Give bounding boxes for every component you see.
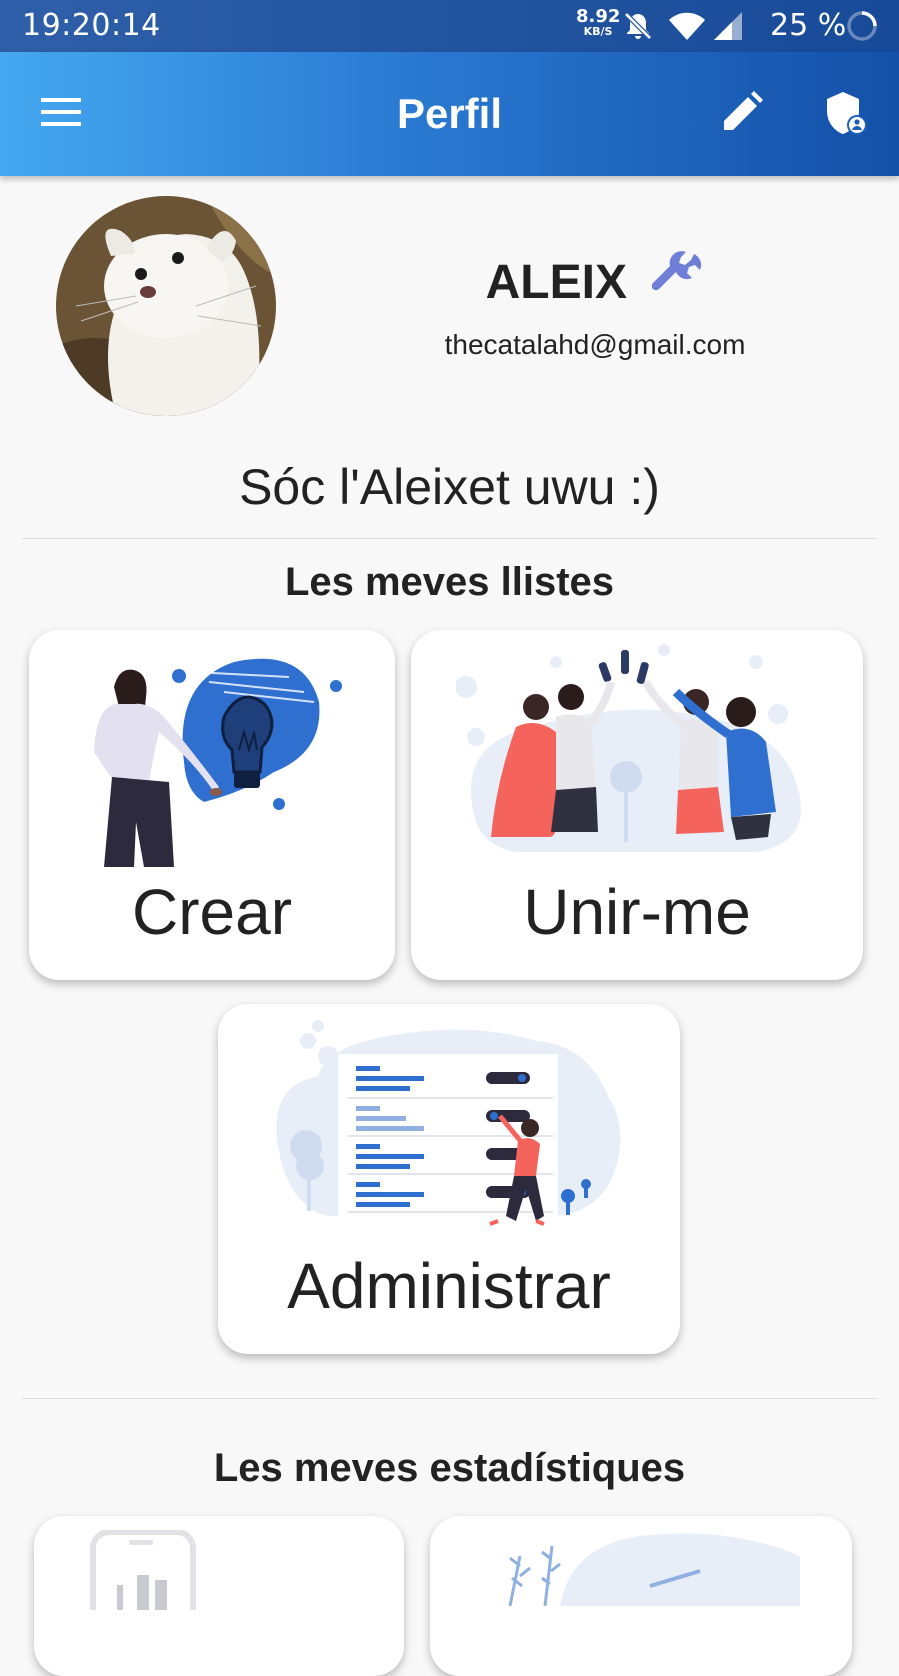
manage-illustration [276, 1020, 621, 1226]
manage-card-label: Administrar [287, 1250, 611, 1322]
battery-percent: 25 % [770, 8, 847, 43]
wrench-icon [652, 251, 702, 291]
network-speed-unit: KB/S [583, 25, 613, 38]
stats-card-left[interactable] [34, 1516, 404, 1676]
profile-bio: Sóc l'Aleixet uwu :) [239, 459, 660, 515]
chart-stats-illustration [508, 1533, 800, 1606]
pencil-icon[interactable] [720, 90, 764, 134]
mute-bell-icon [624, 12, 652, 40]
lists-section-title: Les meves llistes [284, 560, 615, 604]
create-illustration [94, 658, 342, 867]
stats-section-title: Les meves estadístiques [213, 1446, 686, 1490]
status-time: 19:20:14 [22, 8, 161, 43]
profile-email: thecatalahd@gmail.com [444, 329, 746, 360]
profile-name-row: ALEIX [420, 250, 770, 310]
divider [22, 1398, 877, 1399]
join-list-card[interactable]: Unir-me [411, 630, 863, 980]
battery-ring-icon [847, 11, 877, 41]
page-title: Perfil [396, 90, 503, 137]
wifi-icon [669, 12, 705, 41]
network-speed-value: 8.92 [576, 6, 621, 27]
profile-name: ALEIX [485, 256, 627, 309]
avatar [56, 196, 276, 416]
phone-stats-illustration [90, 1530, 196, 1610]
admin-shield-icon[interactable] [824, 90, 868, 138]
join-card-label: Unir-me [523, 876, 751, 948]
manage-list-card[interactable]: Administrar [218, 1004, 680, 1354]
app-bar: Perfil [0, 52, 899, 176]
join-illustration [456, 644, 801, 852]
create-card-label: Crear [131, 876, 293, 948]
stats-card-right[interactable] [430, 1516, 852, 1676]
status-bar: 19:20:14 8.92 KB/S 25 % [0, 0, 899, 52]
divider [22, 538, 877, 539]
signal-icon [714, 12, 742, 40]
network-speed: 8.92 KB/S [576, 8, 620, 38]
create-list-card[interactable]: Crear [29, 630, 395, 980]
